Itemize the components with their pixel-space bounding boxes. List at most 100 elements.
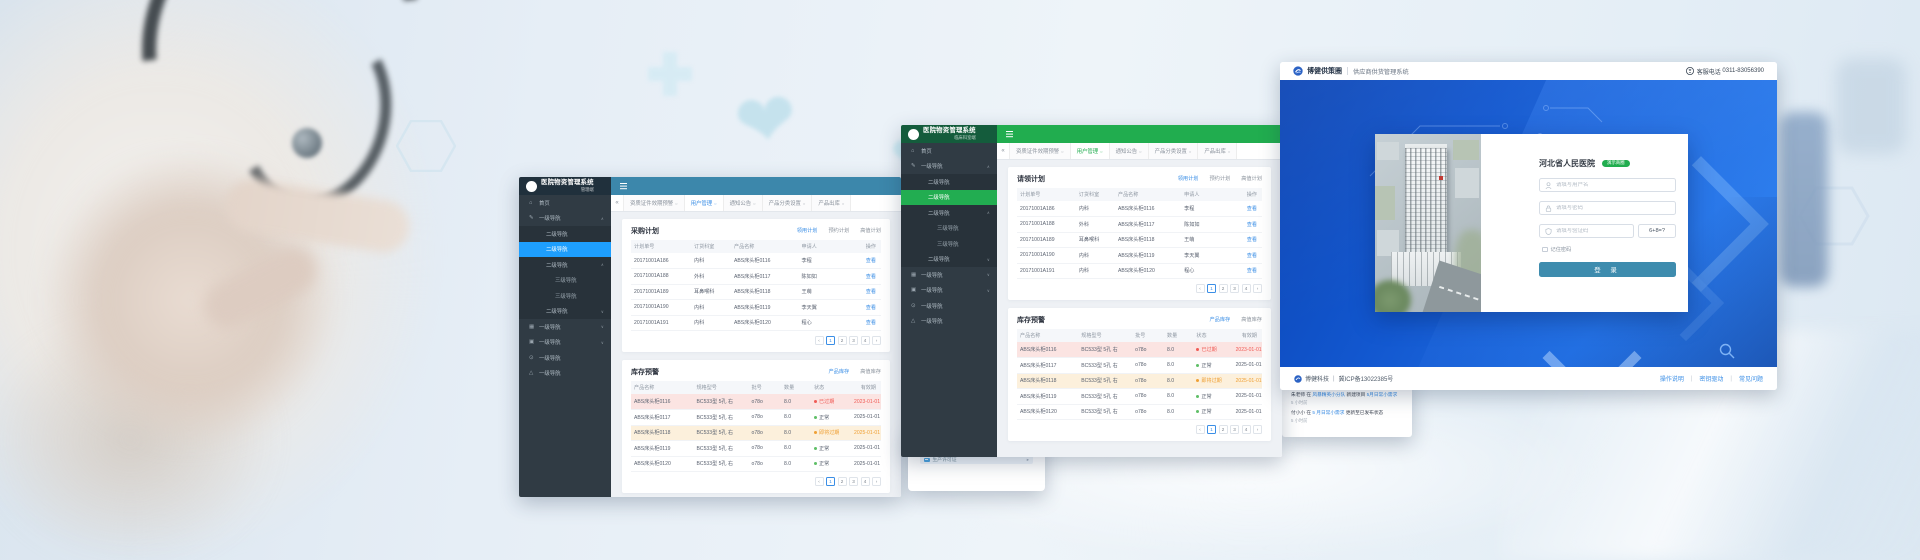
sidebar-item[interactable]: △ 一级导航 <box>901 314 997 330</box>
login-button[interactable]: 登 录 <box>1539 262 1676 277</box>
sidebar-item[interactable]: ✎ 一级导航 ∧ <box>519 211 611 227</box>
tab[interactable]: 通知公告 ○ <box>1110 143 1149 159</box>
view-link[interactable]: 查看 <box>866 289 876 295</box>
sidebar-item[interactable]: △ 一级导航 <box>519 366 611 382</box>
username-field[interactable] <box>1539 178 1676 192</box>
sidebar-item[interactable]: 二级导航 ∧ <box>519 257 611 273</box>
plan-type-link[interactable]: 领用计划 <box>797 227 818 234</box>
sidebar-item[interactable]: 二级导航 ∧ <box>901 205 997 221</box>
collapse-tabs-icon[interactable]: « <box>997 143 1010 159</box>
checkbox[interactable] <box>1542 247 1548 253</box>
stock-type-link[interactable]: 高值库存 <box>860 368 881 375</box>
collapse-tabs-icon[interactable]: « <box>611 195 624 211</box>
page-button[interactable]: 4 <box>1242 284 1251 293</box>
sidebar-item[interactable]: ✎ 一级导航 ∧ <box>901 159 997 175</box>
tab-close-icon[interactable]: ○ <box>803 201 805 206</box>
view-link[interactable]: 查看 <box>1247 222 1257 228</box>
page-button[interactable]: 1 <box>1207 425 1216 434</box>
tab-close-icon[interactable]: ○ <box>714 201 716 206</box>
page-button[interactable]: 4 <box>1242 425 1251 434</box>
page-button[interactable]: › <box>1253 425 1262 434</box>
hamburger-menu-icon[interactable] <box>1006 131 1013 132</box>
badge[interactable]: 演示商圈 <box>1602 160 1630 167</box>
tab-close-icon[interactable]: ○ <box>1189 149 1191 154</box>
sidebar-item[interactable]: ⊙ 一级导航 <box>519 350 611 366</box>
tab-close-icon[interactable]: ○ <box>842 201 844 206</box>
captcha-question[interactable]: 6+8=? <box>1638 224 1676 238</box>
view-link[interactable]: 查看 <box>1247 253 1257 259</box>
tab-close-icon[interactable]: ○ <box>753 201 755 206</box>
page-button[interactable]: 2 <box>1219 284 1228 293</box>
username-input[interactable] <box>1556 182 1670 188</box>
tab[interactable]: 产品分类设置 ○ <box>763 195 813 211</box>
sidebar-item[interactable]: 二级导航 <box>901 190 997 206</box>
page-button[interactable]: 1 <box>826 336 835 345</box>
sidebar-item[interactable]: ⌂ 首页 <box>519 195 611 211</box>
page-button[interactable]: 2 <box>1219 425 1228 434</box>
sidebar-item[interactable]: 二级导航 <box>901 174 997 190</box>
footer-link[interactable]: 操作说明 <box>1660 374 1684 383</box>
feed-link[interactable]: 5 月日常小需求 <box>1312 410 1344 415</box>
page-button[interactable]: ‹ <box>815 477 824 486</box>
captcha-field[interactable] <box>1539 224 1634 238</box>
page-button[interactable]: 4 <box>861 336 870 345</box>
plan-type-link[interactable]: 高值计划 <box>1241 175 1262 182</box>
view-link[interactable]: 查看 <box>866 274 876 280</box>
tab-close-icon[interactable]: ○ <box>675 201 677 206</box>
feed-link[interactable]: 5月日常小需求 <box>1367 392 1398 397</box>
page-button[interactable]: ‹ <box>1196 284 1205 293</box>
page-button[interactable]: ‹ <box>815 336 824 345</box>
plan-type-link[interactable]: 领用计划 <box>1178 175 1199 182</box>
plan-type-link[interactable]: 预约计划 <box>1209 175 1230 182</box>
tab-close-icon[interactable]: ○ <box>1100 149 1102 154</box>
page-button[interactable]: 1 <box>1207 284 1216 293</box>
remember-me[interactable]: 记住密码 <box>1539 246 1676 253</box>
sidebar-item[interactable]: ▣ 一级导航 ∨ <box>901 283 997 299</box>
tab[interactable]: 资质证件效期预警 ○ <box>624 195 685 211</box>
view-link[interactable]: 查看 <box>866 320 876 326</box>
tab[interactable]: 用户管理 ○ <box>685 195 724 211</box>
sidebar-item[interactable]: ⊙ 一级导航 <box>901 298 997 314</box>
sidebar-item[interactable]: ▣ 一级导航 ∨ <box>519 335 611 351</box>
tab[interactable]: 产品出库 ○ <box>812 195 851 211</box>
password-input[interactable] <box>1556 205 1670 211</box>
captcha-input[interactable] <box>1556 228 1628 234</box>
plan-type-link[interactable]: 高值计划 <box>860 227 881 234</box>
sidebar-item[interactable]: ⌂ 首页 <box>901 143 997 159</box>
tab[interactable]: 产品出库 ○ <box>1198 143 1237 159</box>
page-button[interactable]: 4 <box>861 477 870 486</box>
sidebar-item[interactable]: 三级导航 <box>901 221 997 237</box>
tab[interactable]: 用户管理 ○ <box>1071 143 1110 159</box>
sidebar-item[interactable]: ▦ 一级导航 ∨ <box>901 267 997 283</box>
plan-type-link[interactable]: 预约计划 <box>828 227 849 234</box>
tab-close-icon[interactable]: ○ <box>1139 149 1141 154</box>
tab-close-icon[interactable]: ○ <box>1228 149 1230 154</box>
page-button[interactable]: › <box>872 336 881 345</box>
tab[interactable]: 资质证件效期预警 ○ <box>1010 143 1071 159</box>
view-link[interactable]: 查看 <box>866 305 876 311</box>
sidebar-item[interactable]: 二级导航 <box>519 226 611 242</box>
sidebar-item[interactable]: 三级导航 <box>901 236 997 252</box>
footer-link[interactable]: 常见问题 <box>1739 374 1763 383</box>
sidebar-item[interactable]: ▦ 一级导航 ∨ <box>519 319 611 335</box>
page-button[interactable]: 3 <box>849 477 858 486</box>
page-button[interactable]: 2 <box>838 336 847 345</box>
sidebar-item[interactable]: 二级导航 <box>519 242 611 258</box>
page-button[interactable]: › <box>872 477 881 486</box>
view-link[interactable]: 查看 <box>1247 268 1257 274</box>
tab[interactable]: 通知公告 ○ <box>724 195 763 211</box>
view-link[interactable]: 查看 <box>1247 206 1257 212</box>
stock-type-link[interactable]: 高值库存 <box>1241 316 1262 323</box>
page-button[interactable]: 1 <box>826 477 835 486</box>
page-button[interactable]: 2 <box>838 477 847 486</box>
stock-type-link[interactable]: 产品库存 <box>828 368 849 375</box>
hamburger-menu-icon[interactable] <box>620 183 627 184</box>
password-field[interactable] <box>1539 201 1676 215</box>
page-button[interactable]: › <box>1253 284 1262 293</box>
tab-close-icon[interactable]: ○ <box>1061 149 1063 154</box>
view-link[interactable]: 查看 <box>866 258 876 264</box>
stock-type-link[interactable]: 产品库存 <box>1209 316 1230 323</box>
page-button[interactable]: ‹ <box>1196 425 1205 434</box>
page-button[interactable]: 3 <box>849 336 858 345</box>
feed-link[interactable]: 风暴精英小分队 <box>1312 392 1345 397</box>
